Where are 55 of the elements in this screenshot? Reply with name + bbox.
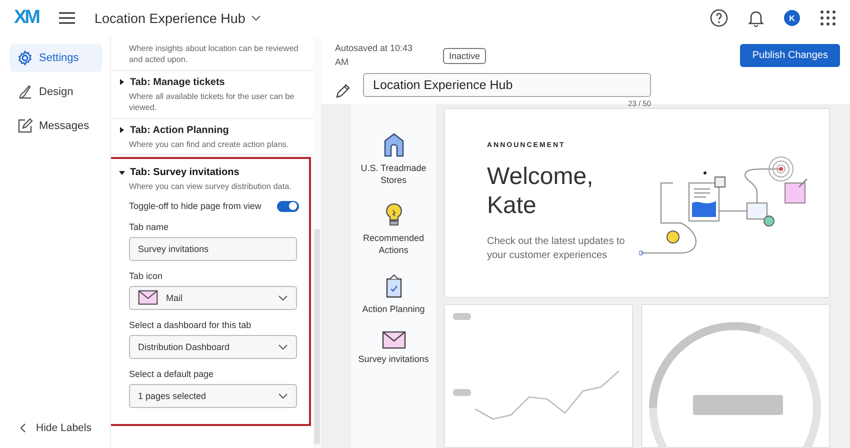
welcome-heading: Welcome, Kate [487, 163, 594, 221]
status-badge: Inactive [443, 48, 486, 64]
section-description: Where you can find and create action plans. [128, 138, 290, 150]
edit-icon [17, 118, 33, 134]
preview-tab-link[interactable]: Recommended Actions [354, 232, 434, 257]
preview-tab-link[interactable]: U.S. Treadmade Stores [354, 162, 434, 186]
bell-icon [748, 9, 764, 27]
lightbulb-icon [384, 202, 404, 228]
gear-icon [17, 50, 33, 66]
field-label: Select a default page [129, 368, 215, 379]
publish-button[interactable]: Publish Changes [740, 44, 840, 67]
brush-icon [17, 84, 33, 100]
pencil-icon [335, 82, 351, 98]
field-label: Select a dashboard for this tab [129, 320, 252, 330]
clipboard-icon [384, 272, 404, 299]
nav-item[interactable]: Settings [10, 44, 102, 72]
placeholder-bar [453, 389, 471, 396]
announcement-text: Check out the latest updates to your customer experiences [487, 234, 626, 264]
field-label: Tab icon [129, 270, 164, 281]
autosave-text: Autosaved at 10:43 AM [335, 42, 414, 68]
preview-tab-link[interactable]: Survey invitations [354, 352, 434, 365]
section-header[interactable]: Tab: Action Planning [119, 124, 229, 136]
house-icon [382, 132, 404, 158]
hide-labels-button[interactable]: Hide Labels [10, 422, 110, 434]
mail-icon [138, 290, 158, 306]
section-header[interactable]: Tab: Survey invitations [119, 167, 240, 178]
text-field[interactable]: Survey invitations [129, 236, 297, 261]
section-description: Where all available tickets for the user can be viewed. [128, 90, 296, 114]
chevron-down-icon [278, 392, 288, 399]
avatar[interactable]: K [784, 10, 800, 26]
placeholder-bar [453, 313, 471, 320]
dropdown[interactable]: Distribution Dashboard [129, 334, 297, 359]
project-title-dropdown[interactable]: Location Experience Hub [94, 10, 262, 26]
help-icon [710, 9, 728, 27]
name-field[interactable]: Location Experience Hub [363, 73, 651, 97]
section-description: Where you can view survey distribution data. [128, 181, 292, 193]
nav-item[interactable]: Design [10, 78, 102, 106]
logo[interactable]: XM [14, 7, 38, 29]
field-label: Tab name [129, 222, 170, 232]
toggle-switch[interactable] [277, 200, 299, 212]
section-description: Where insights about location can be reviewed and acted upon. [128, 43, 300, 66]
section-header[interactable]: Tab: Manage tickets [119, 76, 225, 88]
chevron-down-icon [278, 344, 288, 350]
menu-icon [58, 12, 74, 24]
mail-icon [382, 330, 406, 349]
nav-item[interactable]: Messages [10, 112, 102, 140]
chevron-down-icon [278, 294, 288, 301]
chevron-down-icon [251, 15, 262, 21]
preview-tab-link[interactable]: Action Planning [354, 302, 434, 315]
dropdown[interactable]: 1 pages selected [129, 384, 297, 408]
chevron-left-icon [20, 423, 26, 433]
dropdown[interactable]: Mail [129, 286, 297, 310]
toggle-label: Toggle-off to hide page from view [129, 201, 262, 212]
app-grid-icon [820, 10, 836, 26]
scrollbar-thumb[interactable] [314, 229, 320, 444]
